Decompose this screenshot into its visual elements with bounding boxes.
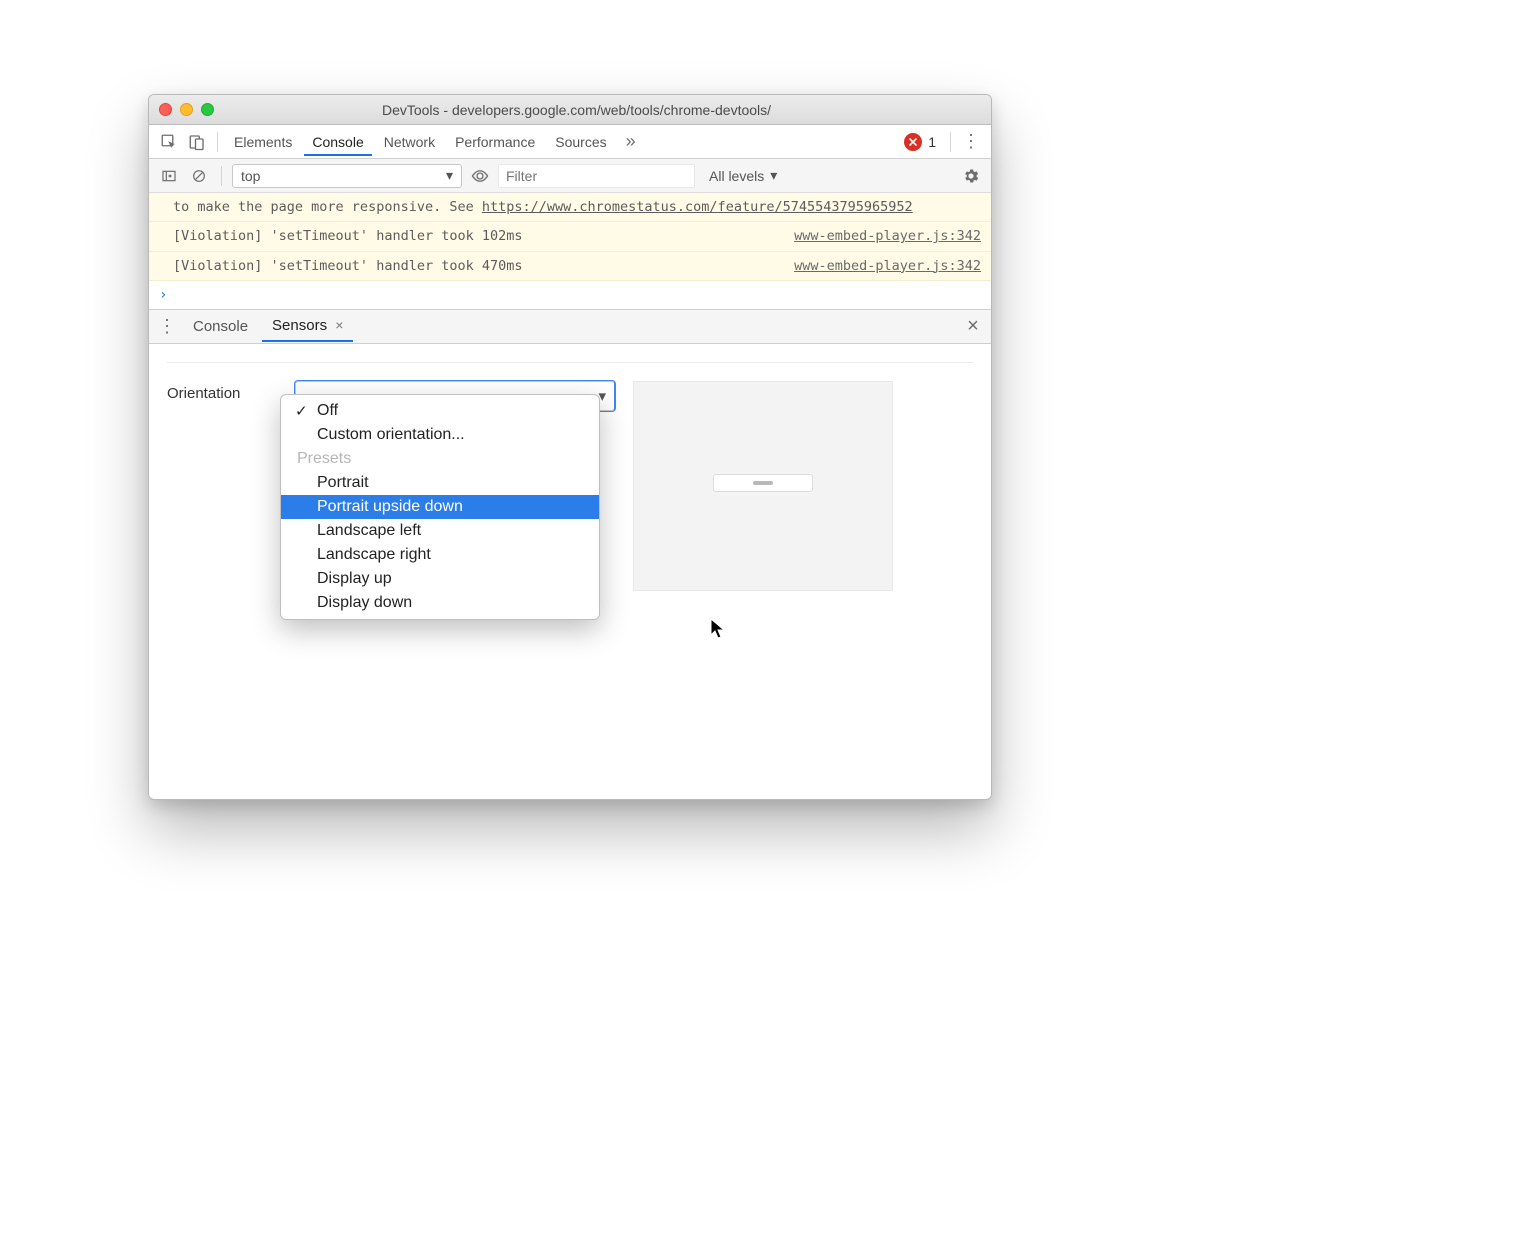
- execution-context-value: top: [241, 168, 260, 184]
- console-message: [Violation] 'setTimeout' handler took 47…: [149, 252, 991, 281]
- device-speaker-icon: [713, 474, 813, 492]
- section-divider: [167, 362, 973, 363]
- console-messages: to make the page more responsive. See ht…: [149, 193, 991, 309]
- window-titlebar: DevTools - developers.google.com/web/too…: [149, 95, 991, 125]
- message-text: [Violation] 'setTimeout' handler took 47…: [173, 256, 784, 276]
- devtools-window: DevTools - developers.google.com/web/too…: [148, 94, 992, 800]
- close-tab-icon[interactable]: ×: [335, 317, 343, 333]
- console-sidebar-toggle-icon[interactable]: [157, 164, 181, 188]
- log-levels-select[interactable]: All levels ▾: [701, 164, 785, 188]
- message-source-link[interactable]: www-embed-player.js:342: [794, 256, 981, 276]
- error-count: 1: [928, 134, 936, 150]
- console-prompt[interactable]: ›: [149, 281, 991, 309]
- tab-performance[interactable]: Performance: [447, 128, 543, 156]
- divider: [950, 132, 951, 152]
- orientation-dropdown: Off Custom orientation... Presets Portra…: [280, 394, 600, 620]
- orientation-option-off[interactable]: Off: [281, 399, 599, 423]
- window-title: DevTools - developers.google.com/web/too…: [172, 102, 981, 118]
- drawer-tab-sensors-label: Sensors: [272, 317, 327, 334]
- main-tab-row: Elements Console Network Performance Sou…: [149, 125, 991, 159]
- drawer-menu-icon[interactable]: ⋮: [155, 314, 179, 338]
- drawer-tab-sensors[interactable]: Sensors ×: [262, 311, 353, 342]
- orientation-option-landscape-left[interactable]: Landscape left: [281, 519, 599, 543]
- drawer-tab-row: ⋮ Console Sensors × ×: [149, 310, 991, 344]
- orientation-option-display-down[interactable]: Display down: [281, 591, 599, 615]
- console-message: to make the page more responsive. See ht…: [149, 193, 991, 222]
- console-toolbar: top ▾ All levels ▾: [149, 159, 991, 193]
- live-expression-icon[interactable]: [468, 164, 492, 188]
- chevron-down-icon: ▾: [770, 167, 777, 184]
- error-badge-icon[interactable]: [904, 133, 922, 151]
- drawer-tab-console[interactable]: Console: [183, 312, 258, 341]
- message-text: [Violation] 'setTimeout' handler took 10…: [173, 226, 784, 246]
- tab-sources[interactable]: Sources: [547, 128, 614, 156]
- console-settings-icon[interactable]: [959, 164, 983, 188]
- console-filter-input[interactable]: [498, 164, 695, 188]
- orientation-option-portrait[interactable]: Portrait: [281, 471, 599, 495]
- tab-elements[interactable]: Elements: [226, 128, 300, 156]
- inspect-element-icon[interactable]: [157, 130, 181, 154]
- kebab-menu-icon[interactable]: ⋮: [959, 130, 983, 154]
- orientation-label: Orientation: [167, 381, 277, 402]
- orientation-option-portrait-upside-down[interactable]: Portrait upside down: [281, 495, 599, 519]
- more-tabs-icon[interactable]: »: [619, 130, 643, 154]
- device-orientation-preview[interactable]: [633, 381, 893, 591]
- tab-console[interactable]: Console: [304, 128, 371, 156]
- orientation-option-display-up[interactable]: Display up: [281, 567, 599, 591]
- close-drawer-icon[interactable]: ×: [961, 314, 985, 338]
- device-toggle-icon[interactable]: [185, 130, 209, 154]
- tab-network[interactable]: Network: [376, 128, 443, 156]
- log-levels-value: All levels: [709, 168, 764, 184]
- close-window-icon[interactable]: [159, 103, 172, 116]
- message-text: to make the page more responsive. See: [173, 199, 482, 215]
- orientation-option-custom[interactable]: Custom orientation...: [281, 423, 599, 447]
- orientation-option-landscape-right[interactable]: Landscape right: [281, 543, 599, 567]
- divider: [217, 132, 218, 152]
- execution-context-select[interactable]: top ▾: [232, 164, 462, 188]
- drawer: ⋮ Console Sensors × × Orientation ▾: [149, 309, 991, 799]
- console-message: [Violation] 'setTimeout' handler took 10…: [149, 222, 991, 251]
- divider: [221, 166, 222, 186]
- orientation-presets-header: Presets: [281, 447, 599, 471]
- sensors-panel: Orientation ▾ Off Custom orientation... …: [149, 344, 991, 799]
- message-link[interactable]: https://www.chromestatus.com/feature/574…: [482, 199, 913, 215]
- clear-console-icon[interactable]: [187, 164, 211, 188]
- chevron-down-icon: ▾: [446, 167, 453, 184]
- message-source-link[interactable]: www-embed-player.js:342: [794, 226, 981, 246]
